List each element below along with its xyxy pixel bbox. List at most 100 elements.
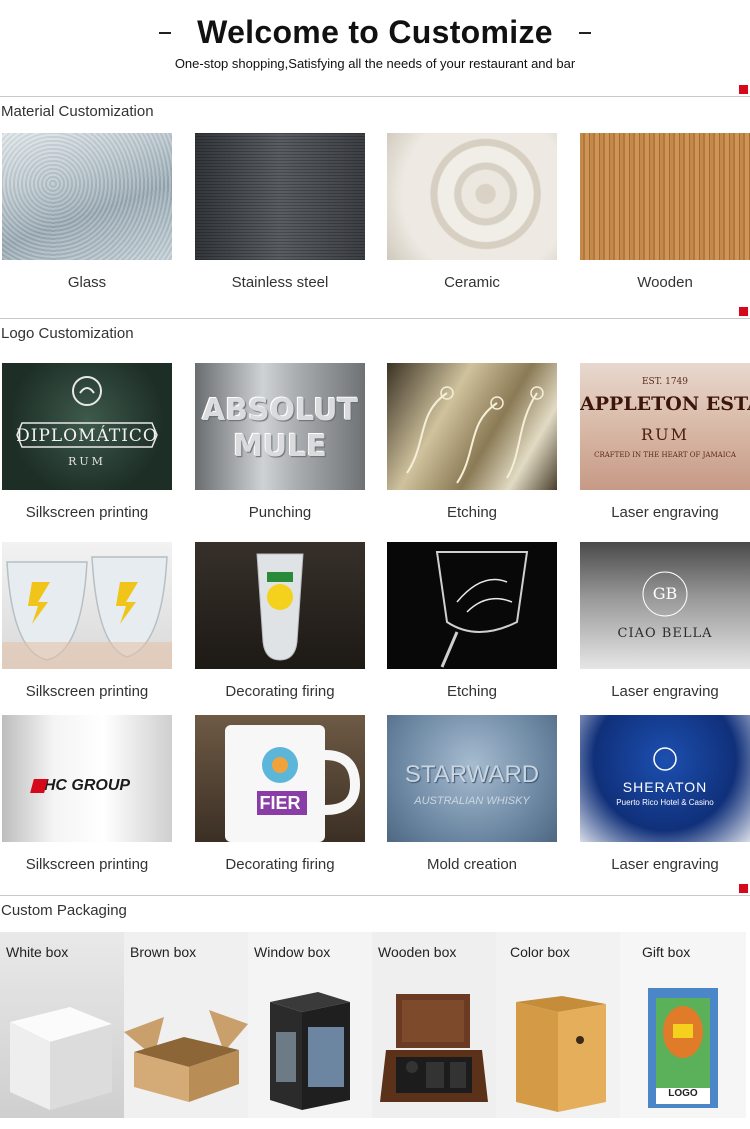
packaging-row: White box Brown box Window box Wooden bo…: [0, 932, 750, 1118]
technique-label: Laser engraving: [611, 683, 719, 700]
material-tile-glass[interactable]: Glass: [2, 133, 172, 291]
section-title: Logo Customization: [1, 325, 134, 342]
page-title: Welcome to Customize: [197, 14, 553, 50]
title-row: Welcome to Customize: [0, 14, 750, 51]
mule-text: MULE: [233, 429, 327, 464]
material-label: Ceramic: [444, 274, 500, 291]
wood-texture-image: [580, 133, 750, 260]
brown-box-icon: [124, 1010, 248, 1102]
title-dash-left: [158, 31, 171, 34]
material-tile-wooden[interactable]: Wooden: [580, 133, 750, 291]
sheraton-plate-image: SHERATON Puerto Rico Hotel & Casino: [580, 715, 750, 842]
fier-mug-image: FIER: [195, 715, 365, 842]
logo-tile-punching[interactable]: ABSOLUT MULE Punching: [195, 363, 365, 521]
tumbler-icon: [256, 553, 304, 661]
logo-tile-silkscreen-2[interactable]: Silkscreen printing: [2, 542, 172, 700]
ciao-bella-text: CIAO BELLA: [617, 626, 713, 641]
glass-texture-image: [2, 133, 172, 260]
glasses-icon: [2, 556, 172, 669]
appleton-text: APPLETON ESTATE: [580, 393, 750, 415]
white-box-icon: [10, 1007, 112, 1110]
color-box-icon: [516, 996, 606, 1112]
page-subtitle: One-stop shopping,Satisfying all the nee…: [174, 56, 576, 71]
pack-white-box[interactable]: White box: [0, 932, 124, 1118]
technique-label: Silkscreen printing: [25, 856, 149, 873]
logo-tile-decorating[interactable]: Decorating firing: [195, 542, 365, 700]
gb-monogram: GB: [652, 584, 678, 603]
logo-tile-etching[interactable]: Etching: [387, 363, 557, 521]
pack-gift-box[interactable]: Gift box LOGO: [620, 932, 746, 1118]
absolut-mule-cup-image: ABSOLUT MULE: [195, 363, 365, 490]
etched-gold-bottle-image: [387, 363, 557, 490]
material-label: Glass: [67, 274, 107, 291]
ceramic-texture-image: [387, 133, 557, 260]
technique-label: Silkscreen printing: [25, 683, 149, 700]
section-divider: [0, 895, 750, 896]
rum-text: RUM: [641, 425, 689, 444]
badge-icon: [642, 571, 688, 617]
absolut-text: ABSOLUT: [201, 393, 359, 428]
section-packaging: Custom Packaging: [0, 884, 750, 925]
material-tile-ceramic[interactable]: Ceramic: [387, 133, 557, 291]
section-title: Custom Packaging: [1, 902, 127, 919]
page-header: Welcome to Customize One-stop shopping,S…: [0, 0, 750, 80]
logo-tile-laser-2[interactable]: GB CIAO BELLA Laser engraving: [580, 542, 750, 700]
section-logo: Logo Customization: [0, 307, 750, 348]
section-marker: [739, 307, 748, 316]
starward-text: STARWARD: [404, 761, 540, 788]
australian-whisky-text: AUSTRALIAN WHISKY: [414, 795, 530, 807]
section-divider: [0, 318, 750, 319]
ciao-bella-glass-image: GB CIAO BELLA: [580, 542, 750, 669]
floral-etching-icon: [406, 386, 544, 484]
technique-label: Laser engraving: [611, 504, 719, 521]
logo-tile-silkscreen-3[interactable]: HC GROUP Silkscreen printing: [2, 715, 172, 873]
hc-group-bottle-image: HC GROUP: [2, 715, 172, 842]
diplomatico-bottle-image: DIPLOMÁTICO RUM: [2, 363, 172, 490]
section-marker: [739, 85, 748, 94]
double-wall-glasses-image: [2, 542, 172, 669]
title-dash-right: [579, 31, 592, 34]
gift-logo-text: LOGO: [668, 1088, 698, 1099]
section-title: Material Customization: [1, 103, 154, 120]
logo-tile-decorating-2[interactable]: FIER Decorating firing: [195, 715, 365, 873]
pack-color-box[interactable]: Color box: [496, 932, 620, 1118]
etched-wine-glass-image: [387, 542, 557, 669]
section-material: Material Customization: [0, 85, 750, 126]
logo-tile-silkscreen[interactable]: DIPLOMÁTICO RUM Silkscreen printing: [2, 363, 172, 521]
appleton-glass-image: EST. 1749 APPLETON ESTATE RUM CRAFTED IN…: [580, 363, 750, 490]
fier-text: FIER: [259, 793, 301, 813]
mug-icon: [225, 725, 361, 842]
pack-window-box[interactable]: Window box: [248, 932, 372, 1118]
technique-label: Etching: [446, 504, 498, 521]
crafted-text: CRAFTED IN THE HEART OF JAMAICA: [594, 451, 736, 459]
rum-text: RUM: [68, 455, 106, 468]
leaf-etching-icon: [435, 551, 529, 668]
pack-wooden-box[interactable]: Wooden box: [372, 932, 496, 1118]
pack-brown-box[interactable]: Brown box: [124, 932, 248, 1118]
hc-group-text: HC GROUP: [43, 777, 131, 794]
technique-label: Silkscreen printing: [25, 504, 149, 521]
logo-tile-laser[interactable]: EST. 1749 APPLETON ESTATE RUM CRAFTED IN…: [580, 363, 750, 521]
diplomatico-text: DIPLOMÁTICO: [16, 426, 158, 446]
window-box-icon: [270, 992, 350, 1110]
sheraton-text: SHERATON: [622, 779, 708, 795]
technique-label: Decorating firing: [225, 856, 335, 873]
material-label: Stainless steel: [231, 274, 329, 291]
starward-embossed-image: STARWARD AUSTRALIAN WHISKY: [387, 715, 557, 842]
technique-label: Etching: [446, 683, 498, 700]
section-marker: [739, 884, 748, 893]
logo-tile-etching-2[interactable]: Etching: [387, 542, 557, 700]
technique-label: Mold creation: [426, 856, 518, 873]
steel-texture-image: [195, 133, 365, 260]
technique-label: Decorating firing: [225, 683, 335, 700]
sheraton-subtext: Puerto Rico Hotel & Casino: [616, 798, 714, 807]
wooden-box-icon: [380, 994, 488, 1102]
logo-tile-laser-3[interactable]: SHERATON Puerto Rico Hotel & Casino Lase…: [580, 715, 750, 873]
section-divider: [0, 96, 750, 97]
technique-label: Laser engraving: [611, 856, 719, 873]
logo-tile-mold[interactable]: STARWARD AUSTRALIAN WHISKY Mold creation: [387, 715, 557, 873]
decorated-tumbler-image: [195, 542, 365, 669]
est-text: EST. 1749: [641, 377, 689, 387]
technique-label: Punching: [248, 504, 312, 521]
material-tile-steel[interactable]: Stainless steel: [195, 133, 365, 291]
